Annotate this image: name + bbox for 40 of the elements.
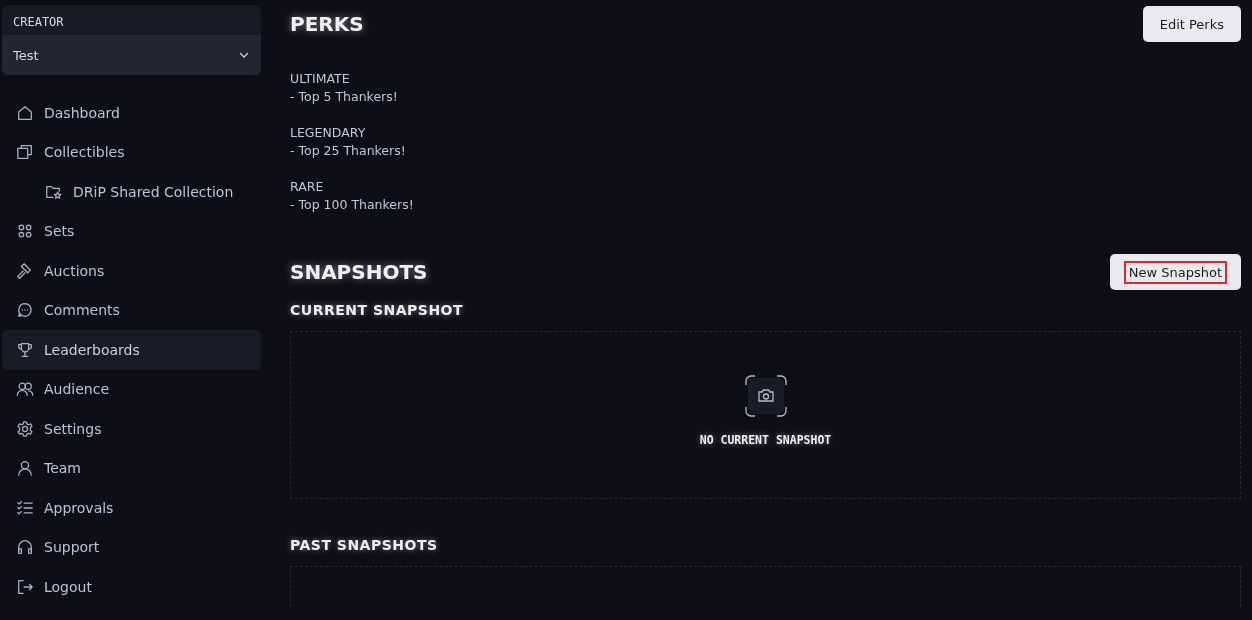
perk-text: - Top 5 Thankers! bbox=[290, 88, 399, 106]
people-icon bbox=[16, 380, 34, 399]
nav-item[interactable]: Collectibles bbox=[2, 132, 261, 172]
nav-item[interactable]: Logout bbox=[2, 567, 261, 607]
nav-item[interactable]: Approvals bbox=[2, 488, 261, 528]
chat-icon bbox=[16, 301, 34, 320]
nav-item[interactable]: Comments bbox=[2, 290, 261, 330]
section-title: SNAPSHOTS bbox=[290, 260, 428, 284]
camera-icon bbox=[744, 375, 787, 417]
headphones-icon bbox=[16, 538, 34, 557]
settings-icon bbox=[16, 419, 34, 438]
nav-item[interactable]: Settings bbox=[2, 409, 261, 449]
nav-item[interactable]: Auctions bbox=[2, 251, 261, 291]
perk-text: - Top 25 Thankers! bbox=[290, 142, 407, 160]
subsection-title: PAST SNAPSHOTS bbox=[290, 537, 439, 553]
nav-item[interactable]: Team bbox=[2, 448, 261, 488]
nav-item[interactable]: Support bbox=[2, 527, 261, 567]
person-icon bbox=[16, 459, 34, 478]
nav-item[interactable]: DRiP Shared Collection bbox=[2, 172, 261, 212]
subsection-title: CURRENT SNAPSHOT bbox=[290, 302, 465, 318]
tier-name: ULTIMATE bbox=[290, 70, 351, 88]
creator-dropdown[interactable]: Test bbox=[2, 35, 261, 75]
empty-message: NO CURRENT SNAPSHOT bbox=[699, 433, 832, 447]
trophy-icon bbox=[16, 340, 34, 359]
highlighted-button[interactable]: New Snapshot bbox=[1109, 254, 1241, 290]
nav-item[interactable]: Leaderboards bbox=[2, 330, 261, 370]
home-icon bbox=[16, 103, 34, 122]
checklist-icon bbox=[16, 498, 34, 517]
action-button[interactable]: Edit Perks bbox=[1142, 6, 1241, 42]
nav-item[interactable]: Sets bbox=[2, 211, 261, 251]
cards-icon bbox=[16, 143, 34, 162]
section-title: PERKS bbox=[290, 12, 364, 36]
gavel-icon bbox=[16, 261, 34, 280]
logout-icon bbox=[16, 577, 34, 596]
tier-name: RARE bbox=[290, 178, 325, 196]
nav-item[interactable]: Dashboard bbox=[2, 93, 261, 133]
perk-text: - Top 100 Thankers! bbox=[290, 196, 415, 214]
tier-name: LEGENDARY bbox=[290, 124, 367, 142]
creator-label: CREATOR bbox=[12, 14, 65, 31]
nav-item[interactable]: Audience bbox=[2, 369, 261, 409]
